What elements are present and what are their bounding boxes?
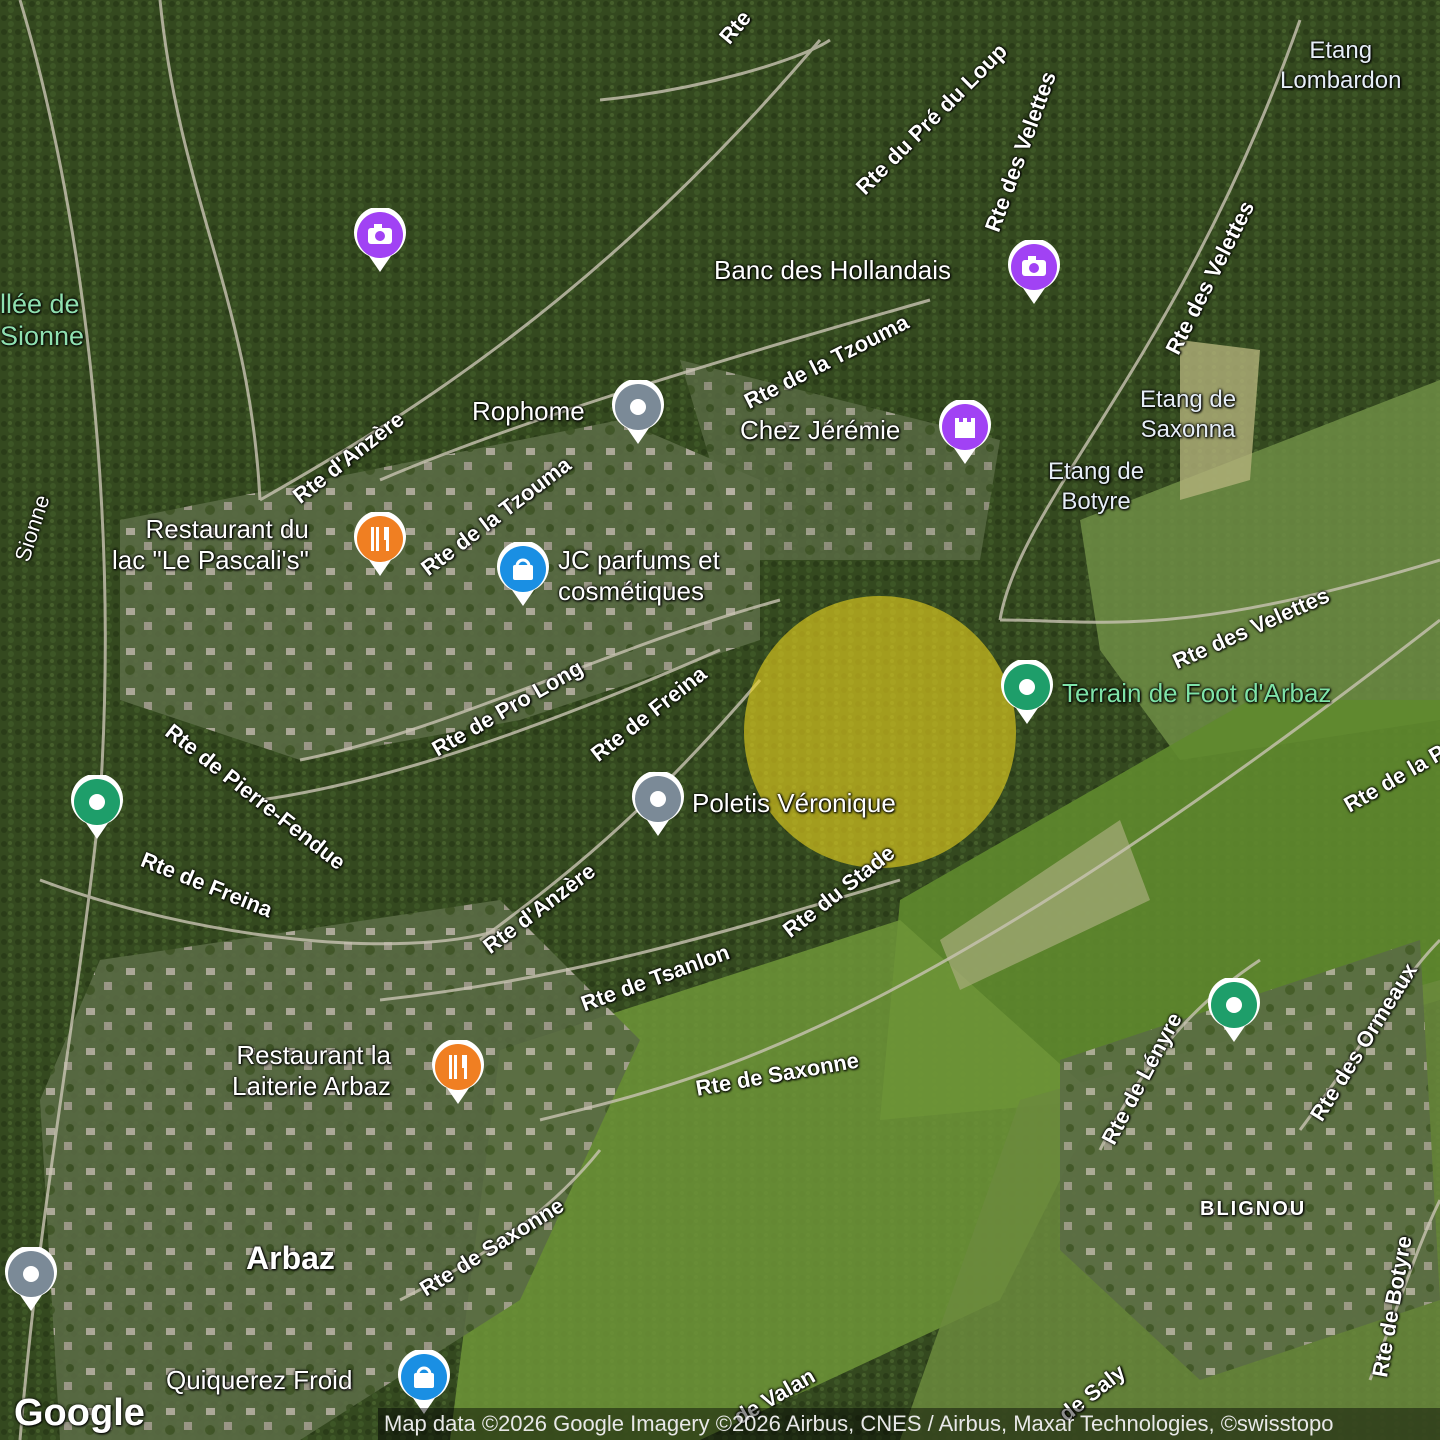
place-etang-botyre: Etang de Botyre [1048, 458, 1145, 515]
camera-icon [354, 208, 406, 272]
poi-label-restaurant-laiterie[interactable]: Restaurant la Laiterie Arbaz [232, 1040, 391, 1102]
google-logo: Google [14, 1392, 145, 1434]
dot-icon [632, 772, 684, 836]
shop-pin-quiquerez[interactable] [397, 1350, 451, 1416]
poi-label-poletis[interactable]: Poletis Véronique [692, 788, 896, 819]
shopping-bag-icon [398, 1350, 450, 1414]
place-arbaz: Arbaz [246, 1240, 335, 1276]
dot-icon [5, 1247, 57, 1311]
dot-icon [71, 775, 123, 839]
dot-icon [612, 380, 664, 444]
landmark-pin-chez-jeremie[interactable] [938, 400, 992, 466]
poi-label-quiquerez[interactable]: Quiquerez Froid [166, 1365, 352, 1396]
green-pin-east[interactable] [1207, 978, 1261, 1044]
shop-pin-jc-parfums[interactable] [496, 542, 550, 608]
place-etang-saxonna: Etang de Saxonna [1140, 386, 1237, 443]
castle-icon [939, 400, 991, 464]
place-vallee-de-sionne: llée de Sionne [0, 289, 85, 351]
camera-pin-banc-hollandais[interactable] [1007, 240, 1061, 306]
food-pin-pascali[interactable] [353, 512, 407, 578]
search-radius-circle [744, 596, 1016, 868]
camera-icon [1008, 240, 1060, 304]
shopping-bag-icon [497, 542, 549, 606]
map-attribution[interactable]: Map data ©2026 Google Imagery ©2026 Airb… [378, 1408, 1440, 1440]
place-blignou: BLIGNOU [1200, 1198, 1307, 1220]
generic-pin-poletis[interactable] [631, 772, 685, 838]
food-pin-laiterie[interactable] [431, 1040, 485, 1106]
place-etang-lombardon: Etang Lombardon [1280, 37, 1402, 94]
generic-pin-southwest[interactable] [4, 1247, 58, 1313]
poi-label-terrain-foot[interactable]: Terrain de Foot d'Arbaz [1062, 678, 1331, 709]
poi-label-banc-hollandais[interactable]: Banc des Hollandais [714, 255, 951, 286]
poi-label-rophome[interactable]: Rophome [472, 396, 585, 427]
poi-label-chez-jeremie[interactable]: Chez Jérémie [740, 415, 900, 446]
green-pin-terrain-foot[interactable] [1000, 660, 1054, 726]
dot-icon [1001, 660, 1053, 724]
poi-label-restaurant-pascali[interactable]: Restaurant du lac "Le Pascali's" [112, 514, 309, 576]
fork-knife-icon [432, 1040, 484, 1104]
green-pin-west[interactable] [70, 775, 124, 841]
camera-pin-1[interactable] [353, 208, 407, 274]
poi-label-jc-parfums[interactable]: JC parfums et cosmétiques [558, 545, 720, 607]
satellite-map[interactable] [0, 0, 1440, 1440]
generic-pin-rophome[interactable] [611, 380, 665, 446]
fork-knife-icon [354, 512, 406, 576]
dot-icon [1208, 978, 1260, 1042]
